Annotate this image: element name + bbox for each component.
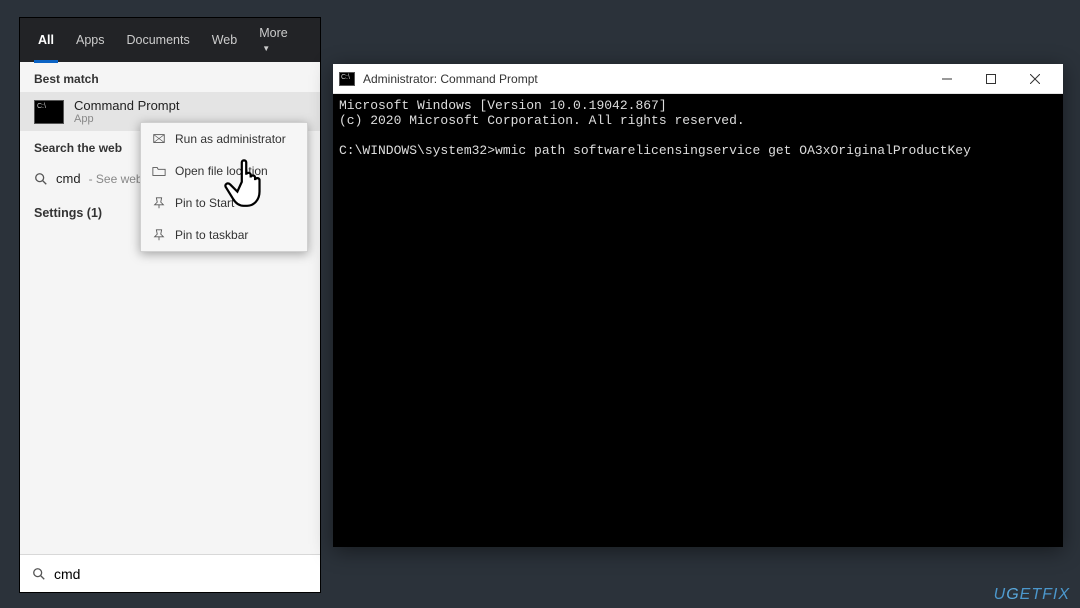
cmd-app-icon: C:\ — [34, 100, 64, 124]
result-title: Command Prompt — [74, 98, 179, 113]
watermark: UGETFIX — [994, 586, 1070, 604]
pin-icon — [151, 195, 167, 211]
result-text: Command Prompt App — [74, 98, 179, 125]
cmd-window-icon: C:\ — [339, 72, 355, 86]
ctx-open-file-location-label: Open file location — [175, 164, 268, 178]
cmd-title: Administrator: Command Prompt — [363, 72, 538, 86]
cmd-output[interactable]: Microsoft Windows [Version 10.0.19042.86… — [333, 94, 1063, 547]
cmd-line-1: Microsoft Windows [Version 10.0.19042.86… — [339, 98, 667, 113]
close-icon — [1030, 74, 1040, 84]
search-icon — [34, 172, 48, 186]
minimize-button[interactable] — [925, 65, 969, 93]
search-tabs: All Apps Documents Web More ▼ — [20, 18, 320, 62]
context-menu: Run as administrator Open file location … — [140, 122, 308, 252]
admin-shield-icon — [151, 131, 167, 147]
close-button[interactable] — [1013, 65, 1057, 93]
ctx-pin-to-start[interactable]: Pin to Start — [141, 187, 307, 219]
tab-more[interactable]: More ▼ — [253, 20, 308, 60]
tab-apps[interactable]: Apps — [70, 27, 111, 53]
tab-all[interactable]: All — [32, 27, 60, 53]
tab-more-label: More — [259, 26, 287, 40]
web-suffix: - See web — [89, 172, 143, 186]
cmd-line-2: (c) 2020 Microsoft Corporation. All righ… — [339, 113, 745, 128]
ctx-run-as-admin-label: Run as administrator — [175, 132, 286, 146]
ctx-run-as-admin[interactable]: Run as administrator — [141, 123, 307, 155]
command-prompt-window: C:\ Administrator: Command Prompt Micros… — [333, 64, 1063, 547]
tab-documents[interactable]: Documents — [120, 27, 195, 53]
ctx-pin-to-taskbar-label: Pin to taskbar — [175, 228, 248, 242]
web-query: cmd — [56, 171, 81, 186]
chevron-down-icon: ▼ — [262, 44, 270, 53]
minimize-icon — [942, 74, 952, 84]
folder-icon — [151, 163, 167, 179]
ctx-pin-to-taskbar[interactable]: Pin to taskbar — [141, 219, 307, 251]
cmd-command: wmic path softwarelicensingservice get O… — [495, 143, 971, 158]
search-icon — [32, 567, 46, 581]
search-input-wrap — [20, 554, 320, 592]
maximize-icon — [986, 74, 996, 84]
search-input[interactable] — [54, 566, 308, 582]
tab-web[interactable]: Web — [206, 27, 243, 53]
best-match-label: Best match — [20, 62, 320, 92]
ctx-pin-to-start-label: Pin to Start — [175, 196, 234, 210]
maximize-button[interactable] — [969, 65, 1013, 93]
window-buttons — [925, 65, 1057, 93]
ctx-open-file-location[interactable]: Open file location — [141, 155, 307, 187]
cmd-titlebar[interactable]: C:\ Administrator: Command Prompt — [333, 64, 1063, 94]
pin-taskbar-icon — [151, 227, 167, 243]
start-search-panel: All Apps Documents Web More ▼ Best match… — [20, 18, 320, 592]
cmd-prompt: C:\WINDOWS\system32> — [339, 143, 495, 158]
